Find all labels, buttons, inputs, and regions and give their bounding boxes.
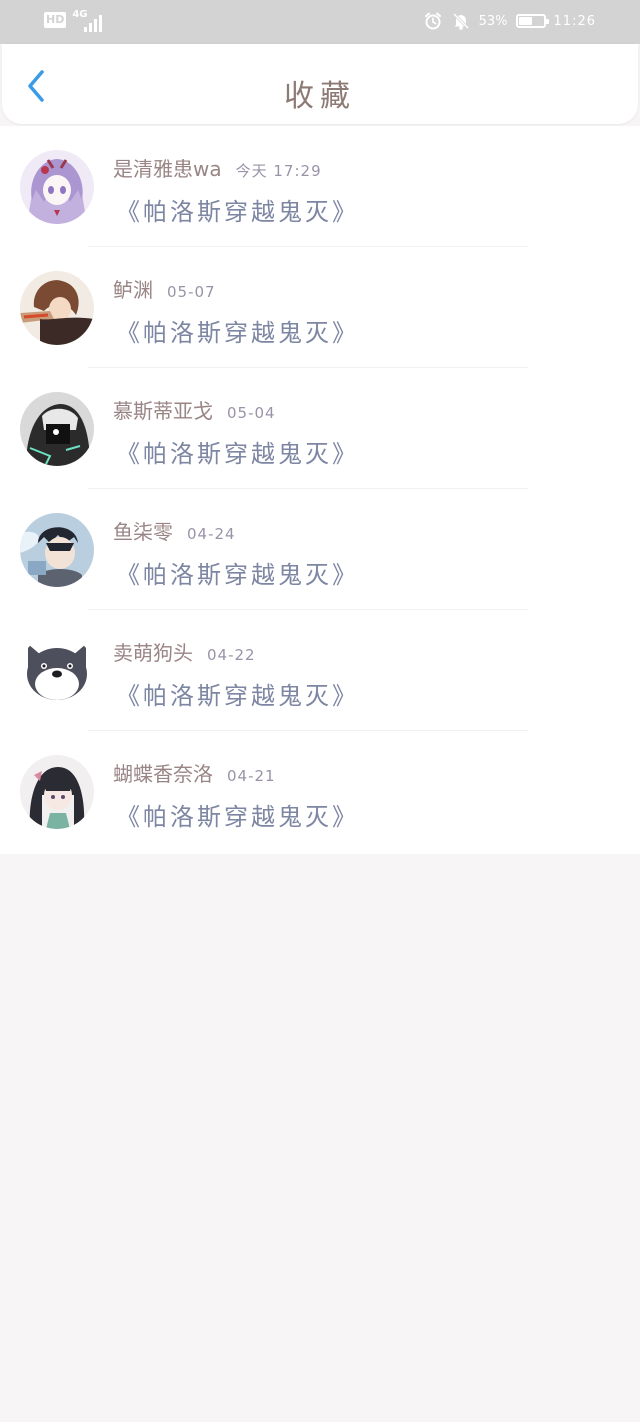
clock-time: 11:26	[553, 13, 596, 29]
avatar	[20, 755, 94, 829]
avatar	[20, 634, 94, 708]
favorite-item[interactable]: 鲈渊 05-07 《帕洛斯穿越鬼灭》	[0, 247, 640, 368]
favorite-title[interactable]: 《帕洛斯穿越鬼灭》	[116, 434, 359, 469]
item-meta: 鱼柒零 04-24	[113, 516, 236, 545]
favorite-item[interactable]: 慕斯蒂亚戈 05-04 《帕洛斯穿越鬼灭》	[0, 368, 640, 489]
favorite-item[interactable]: 蝴蝶香奈洛 04-21 《帕洛斯穿越鬼灭》	[0, 731, 640, 852]
date-label: 04-21	[227, 767, 276, 785]
favorite-item[interactable]: 鱼柒零 04-24 《帕洛斯穿越鬼灭》	[0, 489, 640, 610]
avatar	[20, 392, 94, 466]
battery-icon	[515, 14, 549, 28]
status-left: HD 4G	[44, 10, 106, 32]
favorite-title[interactable]: 《帕洛斯穿越鬼灭》	[116, 555, 359, 590]
status-bar: HD 4G 53% 11:26	[0, 0, 640, 44]
item-meta: 蝴蝶香奈洛 04-21	[113, 758, 276, 787]
date-label: 04-22	[207, 646, 256, 664]
favorites-list: 是清雅患wa 今天 17:29 《帕洛斯穿越鬼灭》 鲈渊 05-07 《帕洛斯穿越鬼…	[0, 126, 640, 854]
user-name: 蝴蝶香奈洛	[113, 762, 213, 786]
alarm-icon	[424, 12, 441, 30]
date-label: 05-04	[227, 404, 276, 422]
user-name: 鱼柒零	[113, 520, 173, 544]
avatar	[20, 150, 94, 224]
item-meta: 慕斯蒂亚戈 05-04	[113, 395, 276, 424]
battery-percent: 53%	[478, 13, 508, 29]
date-label: 05-07	[167, 283, 216, 301]
favorite-title[interactable]: 《帕洛斯穿越鬼灭》	[116, 313, 359, 348]
signal-icon: 4G	[72, 10, 106, 32]
page-title: 收藏	[284, 79, 356, 114]
favorite-item[interactable]: 是清雅患wa 今天 17:29 《帕洛斯穿越鬼灭》	[0, 126, 640, 247]
item-meta: 是清雅患wa 今天 17:29	[113, 153, 322, 182]
favorite-title[interactable]: 《帕洛斯穿越鬼灭》	[116, 676, 359, 711]
bell-muted-icon	[452, 12, 469, 30]
hd-badge: HD	[44, 12, 67, 28]
header: 收藏	[2, 44, 638, 124]
item-meta: 鲈渊 05-07	[113, 274, 216, 303]
favorite-item[interactable]: 卖萌狗头 04-22 《帕洛斯穿越鬼灭》	[0, 610, 640, 731]
user-name: 鲈渊	[113, 278, 153, 302]
favorite-title[interactable]: 《帕洛斯穿越鬼灭》	[116, 797, 359, 832]
favorite-title[interactable]: 《帕洛斯穿越鬼灭》	[116, 192, 359, 227]
user-name: 慕斯蒂亚戈	[113, 399, 213, 423]
avatar	[20, 271, 94, 345]
item-meta: 卖萌狗头 04-22	[113, 637, 256, 666]
date-label: 今天 17:29	[235, 162, 322, 180]
user-name: 是清雅患wa	[113, 157, 222, 181]
avatar	[20, 513, 94, 587]
status-right: 53% 11:26	[423, 10, 596, 32]
date-label: 04-24	[187, 525, 236, 543]
user-name: 卖萌狗头	[113, 641, 193, 665]
